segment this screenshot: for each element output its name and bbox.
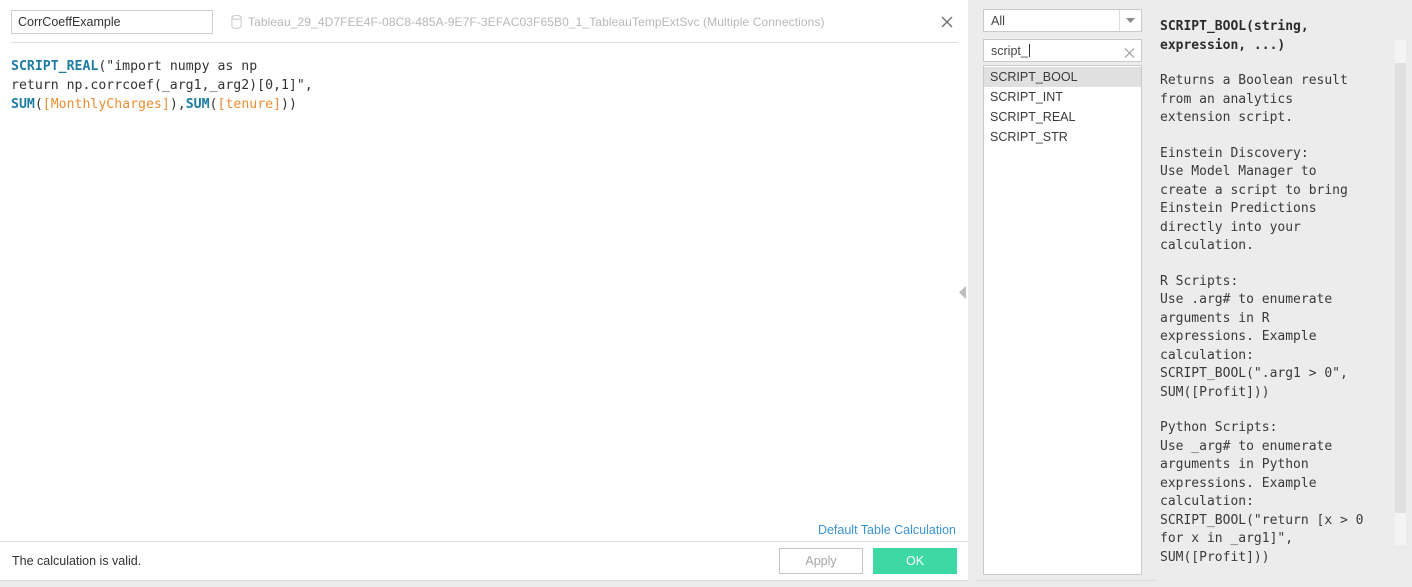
footer-button-group: Apply OK bbox=[779, 548, 957, 574]
database-icon bbox=[231, 15, 242, 29]
sidebar-scrollbar-thumb[interactable] bbox=[1395, 63, 1406, 513]
function-help-paragraph: Python Scripts: Use _arg# to enumerate a… bbox=[1160, 419, 1386, 567]
function-list-item[interactable]: SCRIPT_INT bbox=[984, 87, 1141, 107]
function-description: Returns a Boolean result from an analyti… bbox=[1160, 72, 1386, 581]
function-help-content: SCRIPT_BOOL(string, expression, ...) Ret… bbox=[1160, 18, 1386, 581]
close-icon[interactable] bbox=[1124, 45, 1135, 56]
formula-token-punc: )) bbox=[281, 97, 297, 112]
function-list-item[interactable]: SCRIPT_BOOL bbox=[984, 67, 1141, 87]
formula-editor-area[interactable]: SCRIPT_REAL("import numpy as np return n… bbox=[0, 43, 968, 515]
default-table-calculation-link[interactable]: Default Table Calculation bbox=[818, 523, 956, 537]
formula-token-fn: SCRIPT_REAL bbox=[11, 59, 98, 74]
function-list[interactable]: SCRIPT_BOOLSCRIPT_INTSCRIPT_REALSCRIPT_S… bbox=[983, 65, 1142, 575]
formula-token-fn: SUM bbox=[11, 97, 35, 112]
calculated-field-editor-dialog: Tableau_29_4D7FEE4F-08C8-485A-9E7F-3EFAC… bbox=[0, 0, 1412, 587]
function-search-input[interactable]: script_ bbox=[984, 44, 1030, 58]
editor-header: Tableau_29_4D7FEE4F-08C8-485A-9E7F-3EFAC… bbox=[0, 0, 968, 43]
function-picker-column: All script_ SCRIPT_BOOLSCRIPT_INTSCRIPT_… bbox=[983, 9, 1142, 575]
chevron-down-icon[interactable] bbox=[1119, 10, 1141, 31]
calculation-name-input[interactable] bbox=[11, 10, 213, 34]
formula-token-punc: ( bbox=[35, 97, 43, 112]
formula-token-field: [MonthlyCharges] bbox=[43, 97, 170, 112]
close-button[interactable] bbox=[936, 11, 958, 33]
calculation-editor-panel: Tableau_29_4D7FEE4F-08C8-485A-9E7F-3EFAC… bbox=[0, 0, 968, 581]
formula-token-punc: ), bbox=[170, 97, 186, 112]
text-cursor bbox=[1029, 44, 1030, 57]
formula-text: SCRIPT_REAL("import numpy as np return n… bbox=[11, 57, 956, 114]
collapse-sidebar-handle[interactable] bbox=[956, 283, 970, 301]
data-source-label: Tableau_29_4D7FEE4F-08C8-485A-9E7F-3EFAC… bbox=[248, 15, 825, 29]
apply-button[interactable]: Apply bbox=[779, 548, 863, 574]
function-help-panel: SCRIPT_BOOL(string, expression, ...) Ret… bbox=[1155, 0, 1412, 581]
function-help-paragraph: R Scripts: Use .arg# to enumerate argume… bbox=[1160, 273, 1386, 403]
function-search-field[interactable]: script_ bbox=[983, 39, 1142, 62]
function-list-item[interactable]: SCRIPT_STR bbox=[984, 127, 1141, 147]
function-search-value: script_ bbox=[991, 44, 1028, 58]
ok-button[interactable]: OK bbox=[873, 548, 957, 574]
editor-footer: The calculation is valid. Apply OK bbox=[0, 541, 968, 580]
function-list-item[interactable]: SCRIPT_REAL bbox=[984, 107, 1141, 127]
function-reference-sidebar: All script_ SCRIPT_BOOLSCRIPT_INTSCRIPT_… bbox=[976, 0, 1412, 581]
function-signature: SCRIPT_BOOL(string, expression, ...) bbox=[1160, 18, 1386, 55]
function-help-paragraph: Einstein Discovery: Use Model Manager to… bbox=[1160, 145, 1386, 256]
function-category-value: All bbox=[984, 14, 1005, 28]
function-category-select[interactable]: All bbox=[983, 9, 1142, 32]
formula-token-punc: ( bbox=[210, 97, 218, 112]
validation-status-text: The calculation is valid. bbox=[12, 554, 141, 568]
formula-token-field: [tenure] bbox=[218, 97, 282, 112]
formula-token-punc: , bbox=[305, 78, 313, 93]
data-source-indicator: Tableau_29_4D7FEE4F-08C8-485A-9E7F-3EFAC… bbox=[231, 15, 825, 29]
function-help-paragraph: Returns a Boolean result from an analyti… bbox=[1160, 72, 1386, 128]
formula-token-fn: SUM bbox=[186, 97, 210, 112]
